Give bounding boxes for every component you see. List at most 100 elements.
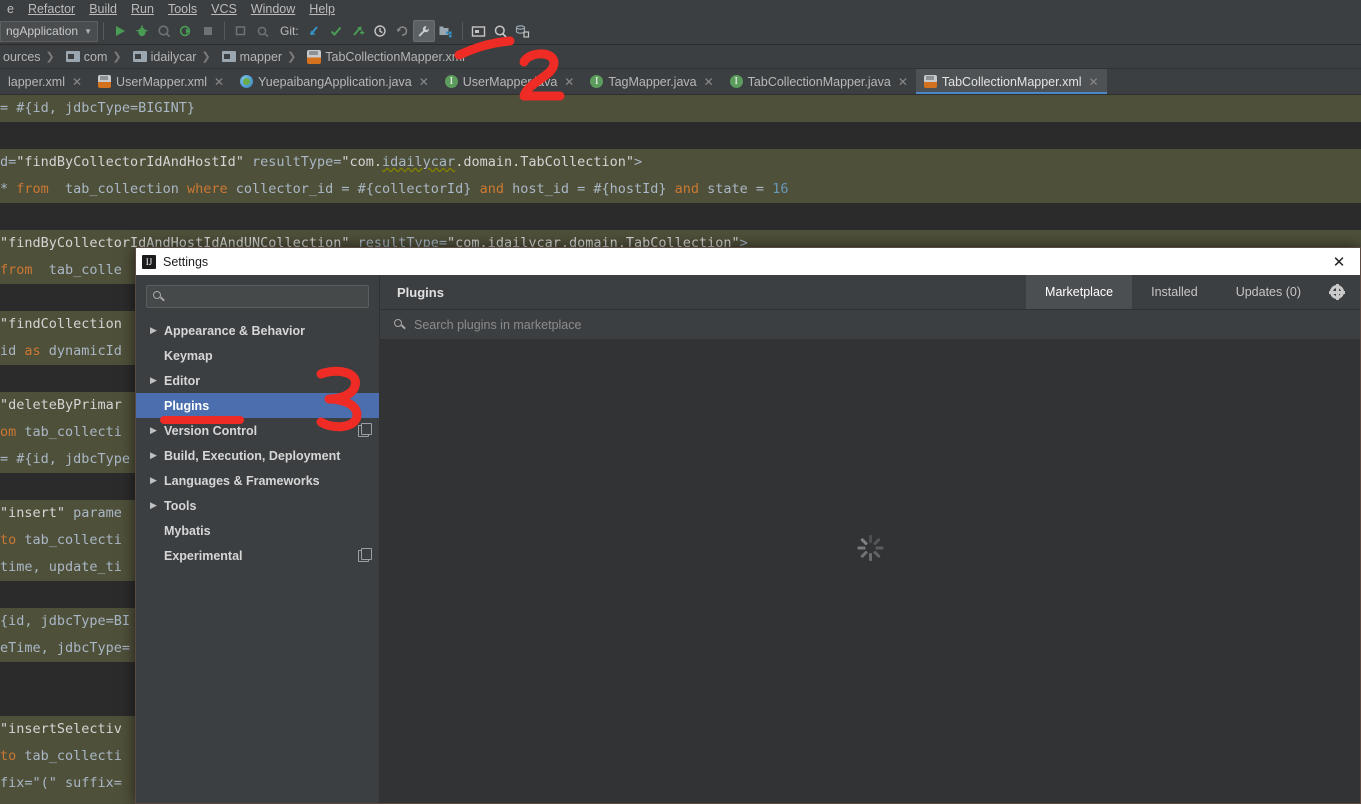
build-project-button[interactable]	[230, 20, 252, 42]
java-interface-icon: I	[729, 75, 743, 88]
menu-item-run[interactable]: Run	[124, 0, 161, 18]
tab-marketplace[interactable]: Marketplace	[1026, 275, 1133, 309]
chevron-right-icon[interactable]: ▶	[150, 425, 164, 436]
menu-item-tools[interactable]: Tools	[161, 0, 204, 18]
code-token: state =	[699, 181, 773, 197]
search-icon	[153, 290, 166, 303]
settings-tree-item-languages-frameworks[interactable]: ▶ Languages & Frameworks	[136, 468, 379, 493]
chevron-right-icon[interactable]: ▶	[150, 475, 164, 486]
editor-tab-tabcollectionmapper-java[interactable]: I TabCollectionMapper.java ✕	[722, 69, 916, 94]
close-icon[interactable]: ✕	[419, 75, 429, 89]
search-everywhere-button[interactable]	[490, 20, 512, 42]
code-token: "findCollection	[0, 316, 122, 332]
folder-icon	[65, 51, 80, 62]
close-icon[interactable]: ✕	[898, 75, 908, 89]
editor-tab-usermapper-java[interactable]: I UserMapper.java ✕	[437, 69, 583, 94]
copy-icon[interactable]	[358, 547, 372, 562]
close-icon[interactable]: ✕	[704, 75, 714, 89]
settings-button[interactable]	[412, 20, 435, 42]
settings-tree-item-editor[interactable]: ▶ Editor	[136, 368, 379, 393]
menu-item-vcs[interactable]: VCS	[204, 0, 244, 18]
editor-tab-usermapper-xml[interactable]: UserMapper.xml ✕	[90, 69, 232, 94]
tab-updates[interactable]: Updates (0)	[1217, 275, 1320, 309]
update-project-button[interactable]	[303, 20, 325, 42]
settings-tree-item-experimental[interactable]: ▶Experimental	[136, 543, 379, 568]
editor-tab-bar: lapper.xml ✕ UserMapper.xml ✕ Yuepaibang…	[0, 69, 1361, 95]
close-icon[interactable]: ✕	[1089, 75, 1099, 89]
chevron-right-icon: ❯	[112, 51, 122, 63]
settings-dialog: IJ Settings ✕ ▶Appearance & Behavior▶Key…	[135, 247, 1361, 804]
settings-tree-item-build-execution-deployment[interactable]: ▶ Build, Execution, Deployment	[136, 443, 379, 468]
editor-tab-tabcollectionmapper-xml[interactable]: TabCollectionMapper.xml ✕	[915, 69, 1107, 94]
code-token: = #{id, jdbcType=BIGINT}	[0, 100, 196, 116]
settings-dialog-body: ▶Appearance & Behavior▶Keymap▶Editor▶Plu…	[136, 275, 1360, 803]
xml-file-icon	[98, 75, 112, 88]
editor-tab-lapper-xml[interactable]: lapper.xml ✕	[0, 69, 90, 94]
run-with-coverage-button[interactable]	[153, 20, 175, 42]
editor-tab-label: UserMapper.xml	[116, 74, 208, 89]
main-toolbar: ngApplication ▼ Git:	[0, 18, 1361, 45]
chevron-right-icon[interactable]: ▶	[150, 500, 164, 511]
settings-tree-item-tools[interactable]: ▶ Tools	[136, 493, 379, 518]
code-token: *	[0, 181, 17, 197]
settings-search-field[interactable]	[146, 285, 369, 308]
search-icon	[394, 318, 407, 331]
settings-tree-item-version-control[interactable]: ▶ Version Control	[136, 418, 379, 443]
settings-tree-item-plugins[interactable]: ▶Plugins	[136, 393, 379, 418]
breadcrumb-item-com[interactable]: com ❯	[63, 50, 130, 64]
settings-tree-item-keymap[interactable]: ▶Keymap	[136, 343, 379, 368]
code-token: "deleteByPrimar	[0, 397, 122, 413]
chevron-right-icon[interactable]: ▶	[150, 450, 164, 461]
toolbar-separator	[102, 22, 104, 40]
rollback-button[interactable]	[391, 20, 413, 42]
plugins-settings-button[interactable]	[1320, 275, 1360, 309]
code-token: tab_colle	[32, 262, 122, 278]
code-token: "insertSelectiv	[0, 721, 122, 737]
stop-button[interactable]	[197, 20, 219, 42]
plugins-search-field[interactable]: Search plugins in marketplace	[380, 310, 1360, 340]
database-button[interactable]	[512, 20, 534, 42]
breadcrumb-item-idailycar[interactable]: idailycar ❯	[130, 50, 219, 64]
debug-button[interactable]	[131, 20, 153, 42]
menu-item-build-label: Build	[89, 2, 117, 16]
menu-item-run-label: Run	[131, 2, 154, 16]
project-structure-button[interactable]	[435, 20, 457, 42]
xml-file-icon	[307, 49, 322, 64]
menu-item-build[interactable]: Build	[82, 0, 124, 18]
push-button[interactable]	[347, 20, 369, 42]
java-interface-icon: I	[444, 75, 458, 88]
close-icon[interactable]: ✕	[214, 75, 224, 89]
breadcrumb-item-resources[interactable]: ources ❯	[0, 50, 63, 64]
settings-tree-item-mybatis[interactable]: ▶Mybatis	[136, 518, 379, 543]
editor-tab-tagmapper-java[interactable]: I TagMapper.java ✕	[582, 69, 721, 94]
settings-tree-item-label: Build, Execution, Deployment	[164, 448, 341, 463]
history-button[interactable]	[369, 20, 391, 42]
run-button[interactable]	[109, 20, 131, 42]
sync-button[interactable]	[252, 20, 274, 42]
settings-tree-item-appearance-behavior[interactable]: ▶ Appearance & Behavior	[136, 318, 379, 343]
menu-item-refactor[interactable]: Refactor	[21, 0, 82, 18]
chevron-right-icon[interactable]: ▶	[150, 375, 164, 386]
chevron-right-icon[interactable]: ▶	[150, 325, 164, 336]
tab-installed[interactable]: Installed	[1132, 275, 1217, 309]
code-token: collector_id = #{collectorId}	[227, 181, 480, 197]
breadcrumb-label: com	[83, 49, 108, 64]
settings-tree-item-label: Languages & Frameworks	[164, 473, 320, 488]
attach-profiler-button[interactable]	[175, 20, 197, 42]
settings-dialog-title-bar: IJ Settings ✕	[136, 248, 1360, 275]
code-token: .domain.TabCollection"	[455, 154, 634, 170]
close-icon[interactable]: ✕	[72, 75, 82, 89]
close-icon[interactable]: ✕	[564, 75, 574, 89]
menu-item-window[interactable]: Window	[244, 0, 302, 18]
menu-item-help[interactable]: Help	[302, 0, 342, 18]
breadcrumb-item-mapper[interactable]: mapper ❯	[219, 50, 305, 64]
run-configuration-selector[interactable]: ngApplication ▼	[0, 20, 98, 42]
close-icon[interactable]: ✕	[1324, 248, 1354, 275]
copy-icon[interactable]	[358, 422, 372, 437]
commit-button[interactable]	[325, 20, 347, 42]
editor-tab-yuepaibangapplication-java[interactable]: YuepaibangApplication.java ✕	[232, 69, 437, 94]
screen: e Refactor Build Run Tools VCS Window He…	[0, 0, 1361, 804]
breadcrumb-item-file[interactable]: TabCollectionMapper.xml	[304, 49, 468, 64]
menu-item-truncated[interactable]: e	[0, 0, 21, 18]
terminal-button[interactable]	[468, 20, 490, 42]
